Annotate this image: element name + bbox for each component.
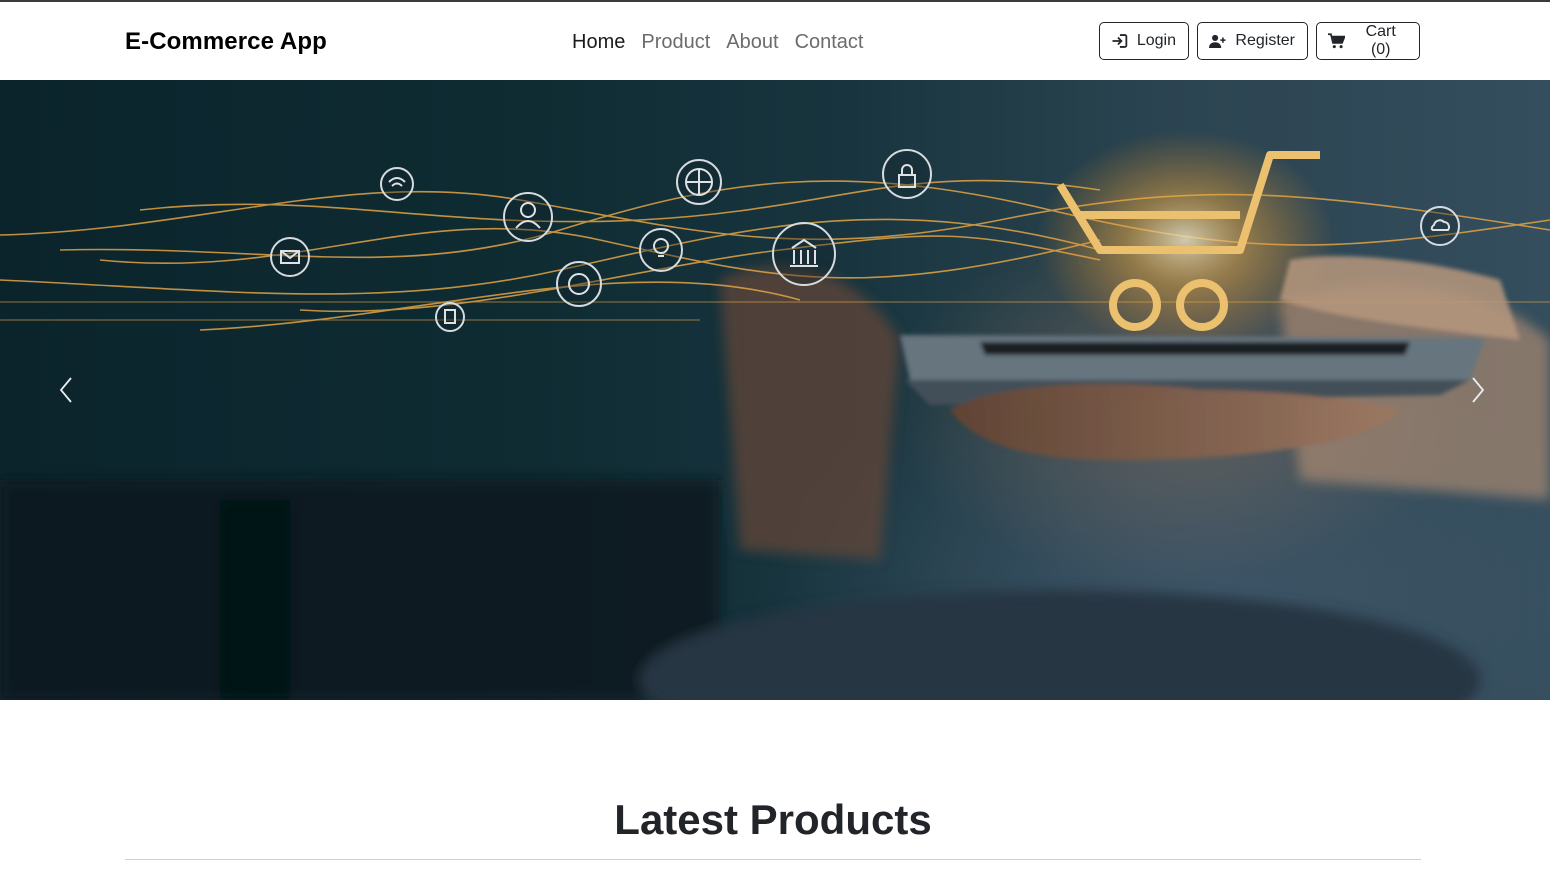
carousel-prev-button[interactable] — [46, 370, 86, 410]
nav-actions: Login Register Cart (0) — [1099, 22, 1420, 60]
section-divider — [125, 859, 1421, 860]
nav-link-product[interactable]: Product — [633, 30, 718, 54]
latest-products-title: Latest Products — [614, 796, 932, 843]
nav-link-home[interactable]: Home — [564, 30, 633, 54]
chevron-left-icon — [59, 377, 72, 403]
carousel-next-button[interactable] — [1458, 370, 1498, 410]
register-button[interactable]: Register — [1197, 22, 1308, 60]
nav-links: Home Product About Contact — [564, 30, 872, 54]
nav-link-contact[interactable]: Contact — [787, 30, 872, 54]
cart-label: Cart (0) — [1365, 23, 1396, 58]
sign-in-icon — [1112, 34, 1128, 48]
chevron-right-icon — [1472, 377, 1485, 403]
nav-link-about[interactable]: About — [718, 30, 786, 54]
login-button[interactable]: Login — [1099, 22, 1189, 60]
hero-carousel — [0, 80, 1550, 700]
shopping-cart-icon — [1328, 33, 1346, 49]
cart-button[interactable]: Cart (0) — [1316, 22, 1420, 60]
navbar: E-Commerce App Home Product About Contac… — [0, 2, 1550, 80]
login-label: Login — [1136, 32, 1176, 49]
user-plus-icon — [1209, 34, 1226, 48]
hero-image — [0, 80, 1550, 700]
register-label: Register — [1235, 32, 1295, 49]
hero-overlay — [0, 80, 1550, 700]
brand-logo[interactable]: E-Commerce App — [125, 28, 327, 56]
